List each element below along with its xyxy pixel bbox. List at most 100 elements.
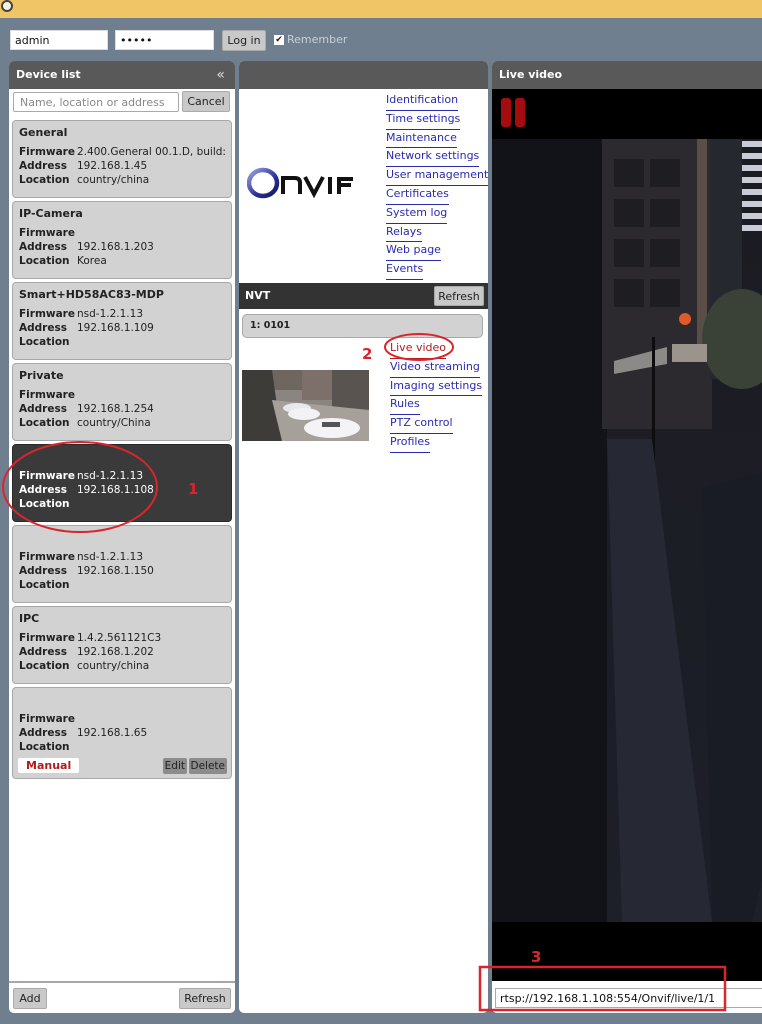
annotation-number-2: 2	[362, 345, 373, 363]
onvif-logo	[247, 167, 353, 199]
device-card[interactable]: IPC Firmware 1.4.2.561121C3 Address 192.168.…	[12, 606, 232, 684]
device-menu-links: Identification Time settings Maintenance Ne…	[386, 92, 488, 280]
device-firmware-label: Firmware	[19, 632, 75, 644]
video-player[interactable]	[492, 89, 762, 981]
device-card[interactable]: Firmware Address 192.168.1.65 Location Manua…	[12, 687, 232, 779]
device-search-input[interactable]	[13, 92, 179, 112]
device-card[interactable]: General Firmware 2.400.General 00.1.D, bui…	[12, 120, 232, 198]
device-location-row: Location	[19, 335, 225, 349]
device-card[interactable]: Private Firmware Address 192.168.1.254 Locat…	[12, 363, 232, 441]
device-firmware-row: Firmware	[19, 712, 225, 726]
device-address-label: Address	[19, 565, 67, 577]
profile-link-imaging-settings[interactable]: Imaging settings	[390, 378, 483, 397]
remember-checkbox[interactable]: ✔	[274, 34, 284, 45]
device-address-value: 192.168.1.254	[77, 403, 154, 415]
device-address-row: Address 192.168.1.150	[19, 564, 225, 578]
nvt-header: NVT Refresh	[239, 283, 488, 309]
thumbnail-image	[242, 370, 369, 441]
device-address-value: 192.168.1.202	[77, 646, 154, 658]
add-device-button[interactable]: Add	[13, 988, 47, 1009]
device-details: Firmware nsd-1.2.1.13 Address 192.168.1.109…	[19, 307, 225, 349]
profile-thumbnail[interactable]	[242, 370, 369, 441]
device-location-value: Korea	[77, 255, 107, 267]
device-location-label: Location	[19, 741, 70, 753]
device-menu-link-system-log[interactable]: System log	[386, 205, 448, 224]
device-firmware-row: Firmware 2.400.General 00.1.D, build: 2	[19, 145, 225, 159]
profile-link-live-video[interactable]: Live video	[390, 340, 447, 359]
device-firmware-label: Firmware	[19, 389, 75, 401]
login-button[interactable]: Log in	[222, 30, 266, 51]
device-card[interactable]: Smart+HD58AC83-MDP Firmware nsd-1.2.1.13 Ad…	[12, 282, 232, 360]
device-location-label: Location	[19, 174, 70, 186]
device-address-row: Address 192.168.1.203	[19, 240, 225, 254]
device-menu-link-events[interactable]: Events	[386, 261, 424, 280]
remember-label: Remember	[287, 33, 348, 46]
device-location-value: country/China	[77, 417, 151, 429]
device-location-label: Location	[19, 498, 70, 510]
device-firmware-label: Firmware	[19, 227, 75, 239]
device-name: Private	[19, 369, 64, 382]
device-location-row: Location country/china	[19, 659, 225, 673]
device-name: Smart+HD58AC83-MDP	[19, 288, 164, 301]
device-address-label: Address	[19, 322, 67, 334]
device-name: General	[19, 126, 68, 139]
device-firmware-row: Firmware	[19, 388, 225, 402]
device-menu-link-maintenance[interactable]: Maintenance	[386, 130, 457, 149]
device-address-row: Address 192.168.1.45	[19, 159, 225, 173]
profile-selector[interactable]: 1: 0101	[242, 314, 483, 338]
delete-device-button[interactable]: Delete	[188, 758, 227, 774]
device-location-label: Location	[19, 660, 70, 672]
profile-link-ptz-control[interactable]: PTZ control	[390, 415, 453, 434]
device-firmware-label: Firmware	[19, 713, 75, 725]
nvt-title: NVT	[245, 289, 271, 302]
device-menu: Identification Time settings Maintenance Ne…	[239, 89, 488, 283]
device-name: IP-Camera	[19, 207, 83, 220]
device-card[interactable]: Firmware nsd-1.2.1.13 Address 192.168.1.108…	[12, 444, 232, 522]
device-address-value: 192.168.1.150	[77, 565, 154, 577]
device-menu-link-web-page[interactable]: Web page	[386, 242, 441, 262]
device-card[interactable]: IP-Camera Firmware Address 192.168.1.203 Loc…	[12, 201, 232, 279]
device-address-row: Address 192.168.1.202	[19, 645, 225, 659]
device-menu-link-user-management[interactable]: User management	[386, 167, 488, 186]
nvt-refresh-button[interactable]: Refresh	[434, 286, 484, 306]
device-menu-link-network-settings[interactable]: Network settings	[386, 148, 480, 168]
live-video-panel: Live video	[492, 61, 762, 1013]
device-list: General Firmware 2.400.General 00.1.D, bui…	[9, 117, 235, 779]
device-location-label: Location	[19, 336, 70, 348]
device-menu-link-time-settings[interactable]: Time settings	[386, 111, 461, 130]
collapse-icon[interactable]: «	[216, 61, 225, 89]
device-firmware-row: Firmware nsd-1.2.1.13	[19, 307, 225, 321]
device-name: IPC	[19, 612, 40, 625]
search-row: Cancel	[9, 89, 235, 117]
device-firmware-row: Firmware nsd-1.2.1.13	[19, 550, 225, 564]
password-input[interactable]	[115, 30, 214, 50]
device-address-label: Address	[19, 727, 67, 739]
cancel-search-button[interactable]: Cancel	[182, 91, 230, 112]
edit-device-button[interactable]: Edit	[162, 758, 187, 774]
device-menu-link-relays[interactable]: Relays	[386, 224, 422, 243]
video-frame	[492, 139, 762, 922]
device-location-row: Location country/china	[19, 173, 225, 187]
device-card[interactable]: Firmware nsd-1.2.1.13 Address 192.168.1.150…	[12, 525, 232, 603]
device-list-header: Device list «	[9, 61, 235, 89]
username-input[interactable]	[10, 30, 108, 50]
device-details: Firmware nsd-1.2.1.13 Address 192.168.1.150…	[19, 550, 225, 592]
device-menu-link-certificates[interactable]: Certificates	[386, 186, 449, 205]
stream-url-bar	[492, 981, 762, 1013]
device-address-label: Address	[19, 403, 67, 415]
profile-link-profiles[interactable]: Profiles	[390, 434, 430, 453]
profile-link-video-streaming[interactable]: Video streaming	[390, 359, 480, 378]
device-menu-link-identification[interactable]: Identification	[386, 92, 459, 111]
annotation-number-3: 3	[531, 948, 542, 966]
title-bar	[0, 0, 762, 18]
device-location-row: Location	[19, 578, 225, 592]
device-address-value: 192.168.1.65	[77, 727, 148, 739]
pause-icon[interactable]	[501, 98, 526, 127]
profile-link-rules[interactable]: Rules	[390, 396, 420, 416]
manual-badge: Manual	[18, 758, 80, 773]
profile-links: Live video Video streaming Imaging setting…	[390, 340, 483, 453]
remember-toggle[interactable]: ✔ Remember	[274, 33, 347, 46]
device-detail-header	[239, 61, 488, 89]
stream-url-input[interactable]	[495, 988, 762, 1008]
refresh-devices-button[interactable]: Refresh	[179, 988, 231, 1009]
